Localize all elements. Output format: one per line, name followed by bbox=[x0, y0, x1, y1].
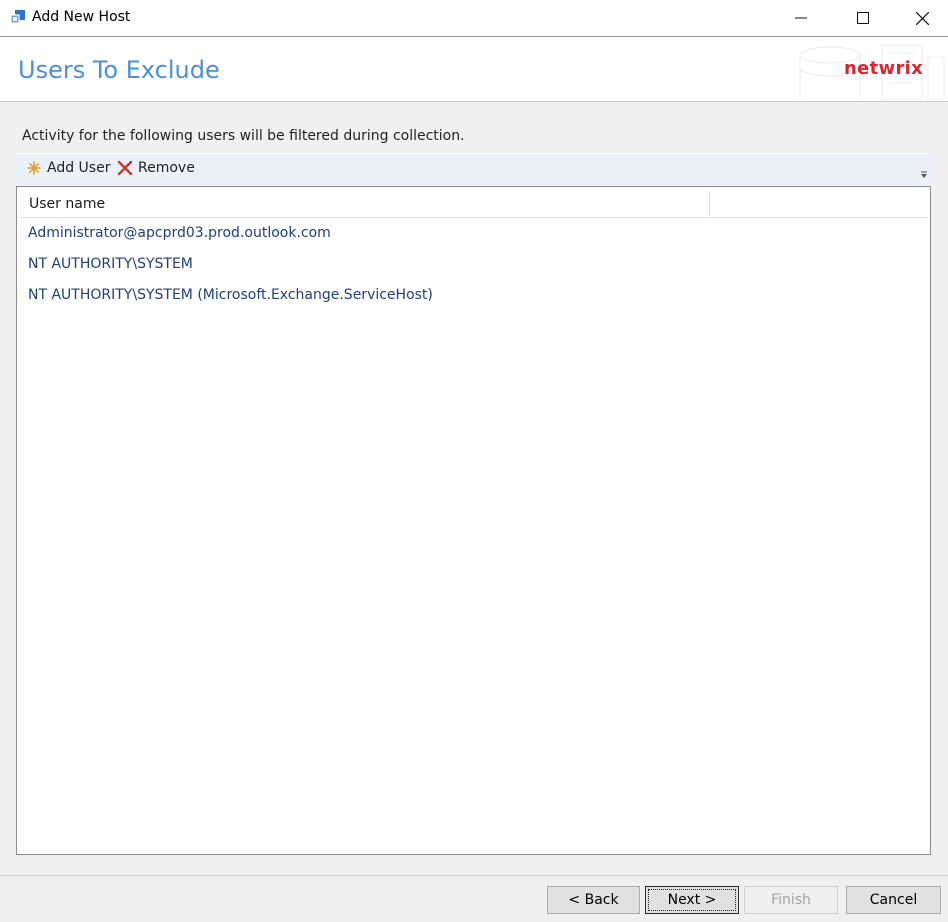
user-name-cell: NT AUTHORITY\SYSTEM (Microsoft.Exchange.… bbox=[28, 287, 433, 303]
description-text: Activity for the following users will be… bbox=[22, 128, 465, 144]
add-user-label: Add User bbox=[47, 160, 111, 176]
wizard-header: Users To Exclude netwrix bbox=[0, 37, 948, 102]
user-name-cell: Administrator@apcprd03.prod.outlook.com bbox=[28, 225, 331, 241]
title-bar: Add New Host bbox=[0, 0, 948, 37]
excluded-users-grid[interactable]: User name Administrator@apcprd03.prod.ou… bbox=[16, 186, 931, 855]
cancel-label: Cancel bbox=[869, 892, 918, 908]
page-title: Users To Exclude bbox=[18, 56, 220, 84]
back-button[interactable]: < Back bbox=[547, 886, 640, 914]
next-label: Next > bbox=[667, 892, 717, 908]
grid-toolbar: Add User Remove bbox=[16, 153, 931, 186]
next-button[interactable]: Next > bbox=[645, 886, 739, 914]
next-focus-ring: Next > bbox=[648, 889, 736, 911]
footer-divider bbox=[0, 875, 948, 876]
maximize-icon bbox=[857, 12, 869, 24]
back-label: < Back bbox=[568, 892, 619, 908]
finish-button: Finish bbox=[744, 886, 838, 914]
netwrix-logo: netwrix bbox=[844, 58, 924, 79]
finish-label: Finish bbox=[771, 892, 811, 908]
remove-label: Remove bbox=[138, 160, 195, 176]
close-icon bbox=[915, 11, 929, 25]
x-icon bbox=[117, 160, 133, 176]
table-row[interactable]: NT AUTHORITY\SYSTEM (Microsoft.Exchange.… bbox=[17, 280, 928, 311]
app-icon bbox=[10, 10, 25, 24]
window-title: Add New Host bbox=[32, 9, 131, 25]
grid-rows: Administrator@apcprd03.prod.outlook.com … bbox=[17, 218, 928, 311]
maximize-button[interactable] bbox=[834, 0, 892, 36]
add-user-button[interactable]: Add User bbox=[26, 160, 110, 176]
table-row[interactable]: NT AUTHORITY\SYSTEM bbox=[17, 249, 928, 280]
overflow-chevron-icon[interactable] bbox=[920, 171, 928, 179]
user-name-cell: NT AUTHORITY\SYSTEM bbox=[28, 256, 193, 272]
cancel-button[interactable]: Cancel bbox=[846, 886, 941, 914]
minimize-button[interactable] bbox=[772, 0, 830, 36]
table-row[interactable]: Administrator@apcprd03.prod.outlook.com bbox=[17, 218, 928, 249]
minimize-icon bbox=[795, 17, 807, 19]
column-header-user-name[interactable]: User name bbox=[29, 196, 105, 212]
asterisk-icon bbox=[27, 161, 41, 175]
close-button[interactable] bbox=[893, 0, 948, 36]
grid-header: User name bbox=[19, 189, 928, 218]
remove-button[interactable]: Remove bbox=[117, 160, 195, 176]
column-separator[interactable] bbox=[709, 191, 710, 217]
